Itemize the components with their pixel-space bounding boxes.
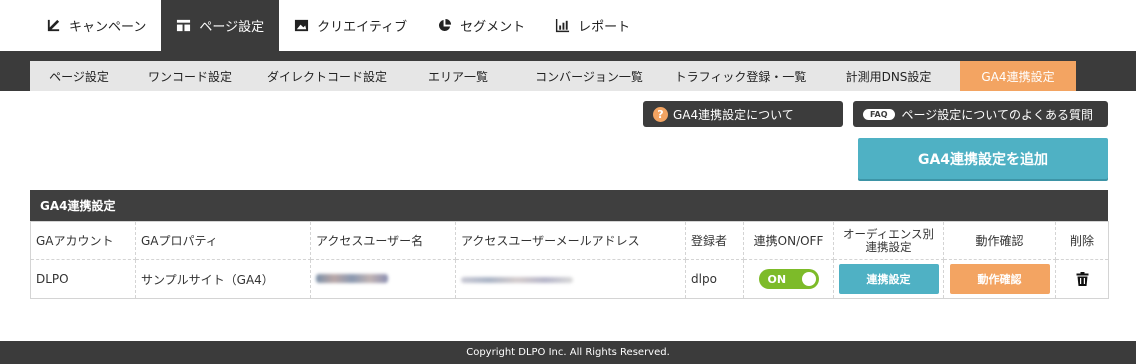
subtab-area-list[interactable]: エリア一覧 <box>402 61 514 91</box>
header-ga-property: GAプロパティ <box>135 221 311 260</box>
add-ga4-button[interactable]: GA4連携設定を追加 <box>858 138 1108 179</box>
toggle-label: ON <box>767 272 787 286</box>
tab-campaign[interactable]: キャンペーン <box>31 0 161 51</box>
redacted-email <box>461 277 573 283</box>
cell-toggle: ON <box>743 259 834 299</box>
faq-badge: FAQ <box>863 108 895 120</box>
tab-segment[interactable]: セグメント <box>422 0 540 51</box>
header-audience-line1: オーディエンス別 <box>843 226 934 241</box>
subtab-dns[interactable]: 計測用DNS設定 <box>817 61 960 91</box>
tab-label: レポート <box>578 20 631 35</box>
campaign-icon <box>46 18 61 33</box>
cell-property: サンプルサイト（GA4） <box>135 259 311 299</box>
tab-page-settings[interactable]: ページ設定 <box>161 0 280 51</box>
ga4-help-button[interactable]: ? GA4連携設定について <box>643 101 843 127</box>
question-icon: ? <box>653 106 668 122</box>
tab-label: クリエイティブ <box>317 20 408 35</box>
page-layout-icon <box>176 18 191 33</box>
subtab-direct-code[interactable]: ダイレクトコード設定 <box>252 61 402 91</box>
subtab-ga4[interactable]: GA4連携設定 <box>960 61 1076 91</box>
header-ga-account: GAアカウント <box>30 221 136 260</box>
faq-button[interactable]: FAQ ページ設定についてのよくある質問 <box>853 101 1108 127</box>
top-nav: キャンペーン ページ設定 クリエイティブ セグメント レポート <box>0 0 1136 51</box>
ga4-help-label: GA4連携設定について <box>673 107 794 122</box>
sub-nav: ページ設定 ワンコード設定 ダイレクトコード設定 エリア一覧 コンバージョン一覧… <box>30 61 1076 91</box>
table-header-row: GAアカウント GAプロパティ アクセスユーザー名 アクセスユーザーメールアドレ… <box>30 221 1109 260</box>
tab-creative[interactable]: クリエイティブ <box>279 0 422 51</box>
header-access-user: アクセスユーザー名 <box>310 221 456 260</box>
cell-registrant: dlpo <box>685 259 744 299</box>
ga4-table: GAアカウント GAプロパティ アクセスユーザー名 アクセスユーザーメールアドレ… <box>30 221 1109 299</box>
toggle-knob <box>801 272 816 286</box>
footer: Copyright DLPO Inc. All Rights Reserved. <box>0 341 1136 364</box>
subtab-page-settings[interactable]: ページ設定 <box>30 61 128 91</box>
image-icon <box>294 18 309 33</box>
sub-nav-bar: ページ設定 ワンコード設定 ダイレクトコード設定 エリア一覧 コンバージョン一覧… <box>0 51 1136 91</box>
help-row: ? GA4連携設定について FAQ ページ設定についてのよくある質問 <box>0 101 1136 127</box>
ga4-panel: GA4連携設定 GAアカウント GAプロパティ アクセスユーザー名 アクセスユー… <box>30 190 1109 299</box>
header-check: 動作確認 <box>943 221 1056 260</box>
header-delete: 削除 <box>1055 221 1109 260</box>
redacted-username <box>316 274 388 283</box>
subtab-one-code[interactable]: ワンコード設定 <box>128 61 252 91</box>
cell-account: DLPO <box>30 259 136 299</box>
table-row: DLPO サンプルサイト（GA4） dlpo ON 連携設定 動作確認 <box>30 259 1109 299</box>
cell-access-user <box>310 259 456 299</box>
panel-title: GA4連携設定 <box>30 190 1108 221</box>
pie-chart-icon <box>437 18 452 33</box>
cell-check: 動作確認 <box>943 259 1056 299</box>
tab-label: キャンペーン <box>69 20 147 35</box>
subtab-traffic[interactable]: トラフィック登録・一覧 <box>664 61 817 91</box>
header-toggle: 連携ON/OFF <box>743 221 834 260</box>
tab-label: ページ設定 <box>199 20 265 35</box>
cell-link-settings: 連携設定 <box>833 259 944 299</box>
cell-access-email <box>455 259 686 299</box>
tab-report[interactable]: レポート <box>540 0 645 51</box>
check-operation-button[interactable]: 動作確認 <box>949 264 1050 294</box>
header-audience-line2: 連携設定 <box>865 239 912 254</box>
faq-label: ページ設定についてのよくある質問 <box>901 107 1093 122</box>
link-settings-button[interactable]: 連携設定 <box>838 264 939 294</box>
subtab-conversion-list[interactable]: コンバージョン一覧 <box>514 61 664 91</box>
tab-label: セグメント <box>460 20 526 35</box>
header-registrant: 登録者 <box>685 221 744 260</box>
header-access-email: アクセスユーザーメールアドレス <box>455 221 686 260</box>
header-audience: オーディエンス別 連携設定 <box>833 221 944 260</box>
cell-delete <box>1055 259 1109 299</box>
ga4-link-toggle[interactable]: ON <box>758 269 819 289</box>
trash-icon[interactable] <box>1076 272 1089 287</box>
bar-chart-icon <box>555 18 570 33</box>
